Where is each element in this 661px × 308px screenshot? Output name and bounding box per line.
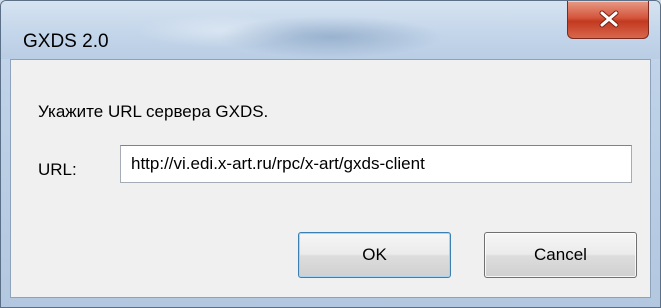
close-icon: [599, 10, 619, 28]
close-button[interactable]: [567, 1, 649, 39]
window-title: GXDS 2.0: [23, 31, 109, 52]
prompt-text: Укажите URL сервера GXDS.: [38, 102, 269, 121]
ok-button[interactable]: OK: [298, 232, 451, 278]
cancel-button[interactable]: Cancel: [484, 232, 637, 278]
title-bar[interactable]: GXDS 2.0: [1, 1, 660, 59]
url-input[interactable]: [120, 145, 632, 183]
url-label: URL:: [38, 160, 77, 179]
